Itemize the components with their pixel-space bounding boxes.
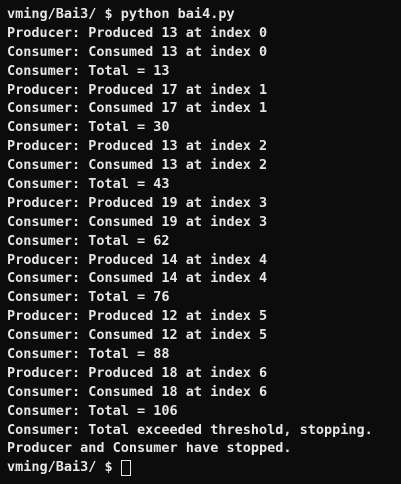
terminal-line: Producer: Produced 19 at index 3 [7, 194, 268, 211]
terminal-line: Consumer: Total = 106 [7, 402, 178, 419]
command-prompt[interactable]: vming/Bai3/ $ [7, 458, 401, 477]
terminal-line: Consumer: Total = 88 [7, 346, 170, 363]
terminal-line: Consumer: Total exceeded threshold, stop… [7, 421, 373, 438]
text-cursor[interactable] [120, 459, 131, 476]
terminal-line: Consumer: Consumed 12 at index 5 [7, 327, 268, 344]
terminal-output: vming/Bai3/ $ python bai4.py Producer: P… [7, 5, 401, 458]
terminal-line: Consumer: Consumed 18 at index 6 [7, 383, 268, 400]
terminal-line: Consumer: Total = 43 [7, 176, 170, 193]
terminal-line: Producer: Produced 17 at index 1 [7, 81, 268, 98]
terminal-line: Consumer: Total = 13 [7, 62, 170, 79]
terminal-line: Producer and Consumer have stopped. [7, 440, 292, 457]
terminal-line: Producer: Produced 18 at index 6 [7, 364, 268, 381]
prompt-text: vming/Bai3/ $ [7, 459, 113, 476]
terminal-line: Producer: Produced 14 at index 4 [7, 251, 268, 268]
terminal-line: Consumer: Consumed 14 at index 4 [7, 270, 268, 287]
terminal-line: Consumer: Consumed 19 at index 3 [7, 213, 268, 230]
terminal-line: Consumer: Total = 62 [7, 232, 170, 249]
terminal-line: Consumer: Consumed 17 at index 1 [7, 100, 268, 117]
terminal-line: Producer: Produced 13 at index 2 [7, 138, 268, 155]
terminal-line: Consumer: Consumed 13 at index 0 [7, 43, 268, 60]
terminal-line: vming/Bai3/ $ python bai4.py [7, 6, 235, 22]
terminal-line: Consumer: Consumed 13 at index 2 [7, 157, 268, 174]
terminal-line: Consumer: Total = 30 [7, 119, 170, 136]
terminal-window[interactable]: vming/Bai3/ $ python bai4.py Producer: P… [0, 0, 401, 484]
terminal-line: Producer: Produced 13 at index 0 [7, 24, 268, 41]
terminal-line: Producer: Produced 12 at index 5 [7, 308, 268, 325]
terminal-line: Consumer: Total = 76 [7, 289, 170, 306]
